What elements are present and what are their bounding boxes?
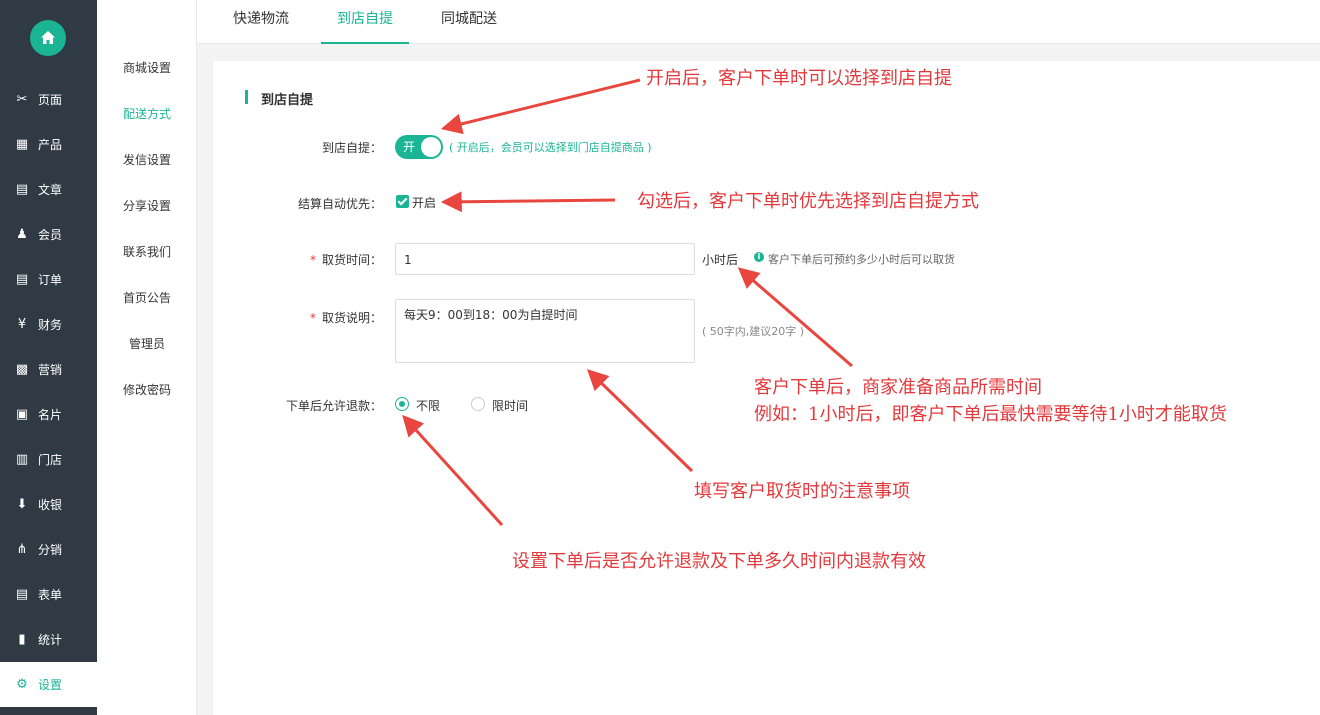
gift-icon: ▩: [15, 362, 29, 377]
time-unit: 小时后: [702, 253, 739, 267]
sidebar-item-label: 门店: [38, 453, 63, 467]
refund-label: 下单后允许退款：: [285, 399, 382, 413]
sidebar-item-label: 财务: [38, 318, 63, 332]
submenu-item-delivery[interactable]: 配送方式: [97, 105, 197, 122]
pickup-label: 到店自提：: [321, 141, 382, 155]
delivery-tabs: 快递物流 到店自提 同城配送: [197, 0, 1320, 44]
sidebar-item-label: 统计: [38, 633, 63, 647]
sidebar-item-label: 订单: [38, 273, 63, 287]
time-label-text: 取货时间：: [321, 253, 382, 267]
tab-store-pickup[interactable]: 到店自提: [321, 0, 409, 44]
member-icon: ♟: [16, 227, 28, 242]
store-icon: ▥: [15, 452, 29, 467]
card-icon: ▣: [15, 407, 29, 422]
cashier-icon: ⬇: [16, 497, 28, 512]
order-icon: ▤: [15, 272, 29, 287]
sidebar-item-article[interactable]: ▤ 文章: [0, 167, 97, 212]
sidebar-item-label: 表单: [38, 588, 63, 602]
chart-icon: ▮: [18, 632, 26, 647]
pickup-description-textarea[interactable]: 每天9：00到18：00为自提时间: [395, 299, 695, 363]
tools-icon: ✂: [16, 92, 28, 107]
sidebar-item-settings[interactable]: ⚙ 设置: [0, 662, 97, 707]
desc-label-text: 取货说明：: [321, 311, 382, 325]
sidebar-item-label: 设置: [38, 678, 63, 692]
sidebar-item-label: 名片: [38, 408, 63, 422]
sidebar-item-member[interactable]: ♟ 会员: [0, 212, 97, 257]
time-hint: 客户下单后可预约多少小时后可以取货: [768, 253, 955, 266]
submenu-item-admin[interactable]: 管理员: [97, 335, 197, 352]
submenu-item-mall-settings[interactable]: 商城设置: [97, 59, 197, 76]
pickup-toggle[interactable]: 开: [395, 135, 443, 159]
sidebar-item-cashier[interactable]: ⬇ 收银: [0, 482, 97, 527]
refund-unlimited-label[interactable]: 不限: [416, 397, 440, 414]
sidebar-item-finance[interactable]: ¥ 财务: [0, 302, 97, 347]
refund-limited-label[interactable]: 限时间: [492, 397, 528, 414]
priority-checkbox[interactable]: [396, 195, 409, 208]
tab-express[interactable]: 快递物流: [217, 0, 305, 44]
refund-unlimited-radio[interactable]: [395, 397, 409, 411]
yen-icon: ¥: [17, 317, 27, 332]
sidebar-item-card[interactable]: ▣ 名片: [0, 392, 97, 437]
form-icon: ▤: [15, 587, 29, 602]
sidebar-item-statistics[interactable]: ▮ 统计: [0, 617, 97, 662]
required-mark: *: [309, 311, 316, 325]
sidebar-item-label: 分销: [38, 543, 63, 557]
switch-text: 开: [403, 140, 416, 154]
info-icon: i: [754, 252, 764, 262]
section-title: 到店自提: [245, 89, 313, 108]
priority-label: 结算自动优先：: [297, 197, 382, 211]
settings-submenu: 商城设置 配送方式 发信设置 分享设置 联系我们 首页公告 管理员 修改密码: [97, 0, 197, 715]
sidebar-item-label: 文章: [38, 183, 63, 197]
sidebar-item-product[interactable]: ▦ 产品: [0, 122, 97, 167]
switch-knob: [421, 137, 441, 157]
pickup-hint: ( 开启后，会员可以选择到门店自提商品 ): [449, 141, 652, 154]
sidebar-item-form[interactable]: ▤ 表单: [0, 572, 97, 617]
submenu-item-password[interactable]: 修改密码: [97, 381, 197, 398]
sidebar-item-order[interactable]: ▤ 订单: [0, 257, 97, 302]
annotation-pickup: 开启后，客户下单时可以选择到店自提: [646, 68, 952, 89]
submenu-item-notice[interactable]: 首页公告: [97, 289, 197, 306]
sidebar-item-marketing[interactable]: ▩ 营销: [0, 347, 97, 392]
tab-local-delivery[interactable]: 同城配送: [425, 0, 513, 44]
main-sidebar: ✂ 页面 ▦ 产品 ▤ 文章 ♟ 会员 ▤ 订单 ¥ 财务 ▩ 营销 ▣ 名片 ▥ 门店 ⬇ 收银 …: [0, 0, 97, 715]
sidebar-item-label: 会员: [38, 228, 63, 242]
annotation-desc: 填写客户取货时的注意事项: [694, 481, 910, 502]
sidebar-item-label: 营销: [38, 363, 63, 377]
desc-hint: ( 50字内,建议20字 ): [702, 325, 805, 338]
sidebar-item-label: 页面: [38, 93, 63, 107]
pickup-time-input[interactable]: 1: [395, 243, 695, 275]
desc-label: * 取货说明：: [182, 309, 382, 326]
required-mark: *: [309, 253, 316, 267]
gear-icon: ⚙: [16, 677, 28, 692]
annotation-time-line1: 客户下单后，商家准备商品所需时间: [754, 377, 1042, 398]
sidebar-item-page[interactable]: ✂ 页面: [0, 77, 97, 122]
annotation-priority: 勾选后，客户下单时优先选择到店自提方式: [637, 191, 979, 212]
sidebar-item-label: 产品: [38, 138, 63, 152]
annotation-refund: 设置下单后是否允许退款及下单多久时间内退款有效: [512, 551, 926, 572]
priority-check-label[interactable]: 开启: [412, 194, 436, 211]
document-icon: ▤: [15, 182, 29, 197]
sidebar-item-store[interactable]: ▥ 门店: [0, 437, 97, 482]
annotation-time-line2: 例如：1小时后，即客户下单后最快需要等待1小时才能取货: [754, 404, 1227, 425]
home-icon[interactable]: [30, 20, 66, 56]
sidebar-item-label: 收银: [38, 498, 63, 512]
hierarchy-icon: ⋔: [16, 542, 28, 557]
grid-icon: ▦: [15, 137, 29, 152]
time-label: * 取货时间：: [182, 251, 382, 268]
refund-limited-radio[interactable]: [471, 397, 485, 411]
sidebar-item-distribution[interactable]: ⋔ 分销: [0, 527, 97, 572]
